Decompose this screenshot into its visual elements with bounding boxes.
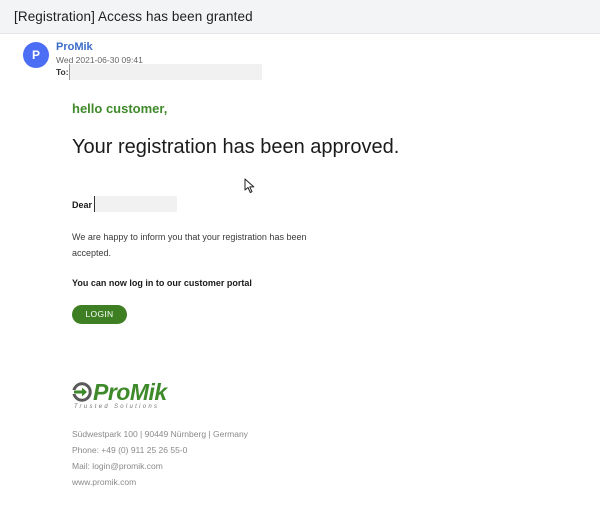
promik-logo-mark-icon bbox=[72, 382, 92, 402]
headline: Your registration has been approved. bbox=[72, 136, 400, 158]
sender-avatar[interactable]: P bbox=[23, 42, 49, 68]
mouse-pointer-icon bbox=[244, 178, 255, 193]
logo-word: ProMik bbox=[93, 379, 167, 405]
body-paragraph: We are happy to inform you that your reg… bbox=[72, 232, 307, 258]
to-label: To: bbox=[56, 67, 69, 77]
logo-tagline: Trusted Solutions bbox=[74, 404, 160, 410]
email-subject: [Registration] Access has been granted bbox=[14, 9, 253, 24]
footer-mail[interactable]: Mail: login@promik.com bbox=[72, 461, 163, 471]
greeting: hello customer, bbox=[72, 101, 168, 116]
portal-line: You can now log in to our customer porta… bbox=[72, 278, 252, 288]
recipient-redacted bbox=[69, 64, 262, 80]
subject-bar: [Registration] Access has been granted bbox=[0, 0, 600, 34]
footer-web[interactable]: www.promik.com bbox=[72, 477, 136, 487]
sender-name[interactable]: ProMik bbox=[56, 41, 93, 53]
footer-phone: Phone: +49 (0) 911 25 26 55-0 bbox=[72, 445, 188, 455]
dear-label: Dear bbox=[72, 200, 93, 210]
footer-address: Südwestpark 100 | 90449 Nürnberg | Germa… bbox=[72, 429, 248, 439]
promik-logo[interactable]: ProMik Trusted Solutions bbox=[72, 379, 192, 414]
login-button[interactable]: LOGIN bbox=[72, 305, 127, 324]
customer-name-redacted bbox=[94, 196, 177, 212]
